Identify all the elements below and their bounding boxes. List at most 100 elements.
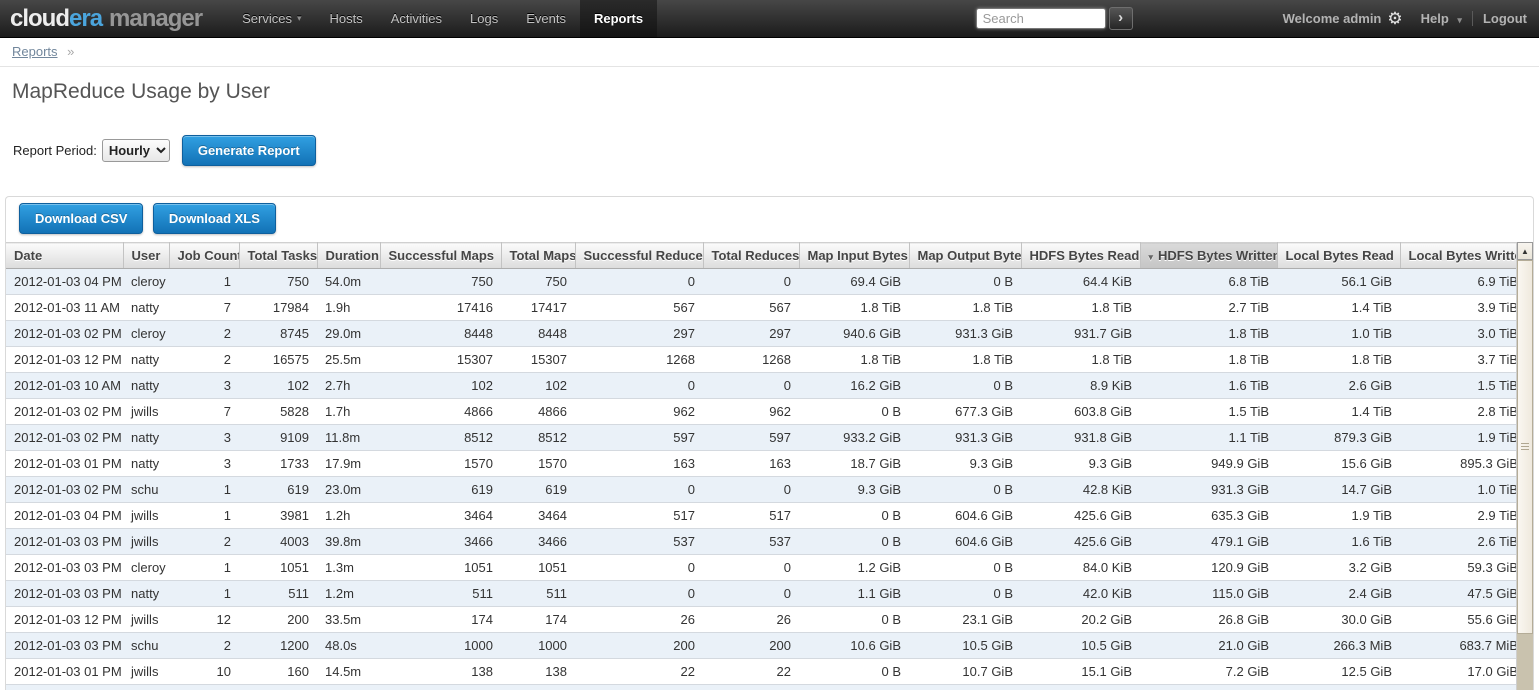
table-cell: 1.1 TiB xyxy=(1140,425,1277,451)
table-cell: 26.8 GiB xyxy=(1140,607,1277,633)
table-cell: 10 xyxy=(169,659,239,685)
table-cell: 9.3 GiB xyxy=(1021,451,1140,477)
table-cell: 1051 xyxy=(501,555,575,581)
table-cell: 750 xyxy=(501,269,575,295)
table-cell: 12.5 GiB xyxy=(1277,659,1400,685)
table-cell: 567 xyxy=(575,295,703,321)
vertical-scrollbar[interactable]: ▲ ▼ xyxy=(1516,242,1533,690)
table-cell: 55.6 GiB xyxy=(1400,607,1526,633)
logo-text-manager: manager xyxy=(109,5,202,33)
column-header-total-reduces[interactable]: Total Reduces xyxy=(703,243,799,269)
table-cell: 15.6 GiB xyxy=(1277,451,1400,477)
column-header-hdfs-bytes-written[interactable]: ▾HDFS Bytes Written xyxy=(1140,243,1277,269)
cloudera-manager-logo[interactable]: clouderamanager xyxy=(10,0,202,37)
column-header-local-bytes-read[interactable]: Local Bytes Read xyxy=(1277,243,1400,269)
search-go-button[interactable]: › xyxy=(1109,7,1133,30)
table-cell: 3464 xyxy=(380,503,501,529)
table-cell: 7.2 GiB xyxy=(1140,659,1277,685)
nav-item-hosts[interactable]: Hosts xyxy=(315,0,376,37)
scrollbar-track[interactable] xyxy=(1517,634,1533,690)
table-cell: 2012-01-03 12 PM xyxy=(6,347,123,373)
column-header-hdfs-bytes-read[interactable]: HDFS Bytes Read xyxy=(1021,243,1140,269)
top-navigation: clouderamanager Services▾HostsActivities… xyxy=(0,0,1539,38)
column-header-total-maps[interactable]: Total Maps xyxy=(501,243,575,269)
nav-item-activities[interactable]: Activities xyxy=(377,0,456,37)
table-row: 2012-01-03 02 PMjwills758281.7h486648669… xyxy=(6,399,1526,425)
column-header-successful-maps[interactable]: Successful Maps xyxy=(380,243,501,269)
table-body: 2012-01-03 04 PMcleroy175054.0m750750006… xyxy=(6,269,1526,690)
table-cell: 750 xyxy=(380,269,501,295)
column-header-map-input-bytes[interactable]: Map Input Bytes xyxy=(799,243,909,269)
table-cell: 3.0 TiB xyxy=(1400,321,1526,347)
table-cell: 4866 xyxy=(380,399,501,425)
table-cell: 2012-01-03 11 AM xyxy=(6,295,123,321)
table-cell: 222.4 MiB xyxy=(1400,685,1526,690)
nav-item-services[interactable]: Services▾ xyxy=(228,0,315,37)
table-cell: jwills xyxy=(123,399,169,425)
logout-link[interactable]: Logout xyxy=(1483,11,1527,26)
table-cell: 2 xyxy=(501,685,575,690)
table-cell: 26 xyxy=(575,607,703,633)
table-cell: 0 xyxy=(575,477,703,503)
column-header-successful-reduces[interactable]: Successful Reduces xyxy=(575,243,703,269)
report-period-select[interactable]: Hourly xyxy=(102,139,170,162)
table-cell: 1.8 TiB xyxy=(1140,321,1277,347)
scrollbar-thumb[interactable] xyxy=(1517,260,1533,634)
table-cell: 0 B xyxy=(909,373,1021,399)
table-cell: 1.8 TiB xyxy=(799,347,909,373)
nav-item-events[interactable]: Events xyxy=(512,0,580,37)
table-cell: 20.2 GiB xyxy=(1021,607,1140,633)
table-cell: 1200 xyxy=(239,633,317,659)
column-header-label: Local Bytes Read xyxy=(1286,248,1394,263)
table-cell: 2012-01-03 03 PM xyxy=(6,633,123,659)
download-buttons-row: Download CSV Download XLS xyxy=(6,197,1533,242)
table-cell: 0 B xyxy=(909,477,1021,503)
header-row: DateUserJob CountTotal TasksDurationSucc… xyxy=(6,243,1526,269)
table-cell: 2.8 TiB xyxy=(1400,399,1526,425)
table-cell: 1.5 TiB xyxy=(1400,373,1526,399)
table-cell: 3466 xyxy=(380,529,501,555)
scroll-up-button[interactable]: ▲ xyxy=(1517,242,1533,260)
help-menu[interactable]: Help ▾ xyxy=(1421,11,1462,26)
table-cell: 54.0m xyxy=(317,269,380,295)
download-xls-button[interactable]: Download XLS xyxy=(153,203,276,234)
column-header-label: Map Input Bytes xyxy=(808,248,908,263)
table-row: 2012-01-03 09 AMnatty1234.0s220010.2 MiB… xyxy=(6,685,1526,690)
generate-report-button[interactable]: Generate Report xyxy=(182,135,316,166)
column-header-label: Duration xyxy=(326,248,379,263)
nav-item-reports[interactable]: Reports xyxy=(580,0,657,37)
column-header-total-tasks[interactable]: Total Tasks xyxy=(239,243,317,269)
table-row: 2012-01-03 03 PMschu2120048.0s1000100020… xyxy=(6,633,1526,659)
table-cell: 1.2h xyxy=(317,503,380,529)
table-cell: 17417 xyxy=(501,295,575,321)
column-header-date[interactable]: Date xyxy=(6,243,123,269)
breadcrumb-reports-link[interactable]: Reports xyxy=(12,44,58,59)
table-cell: 0 B xyxy=(799,659,909,685)
table-cell: 517 xyxy=(703,503,799,529)
table-cell: cleroy xyxy=(123,321,169,347)
table-cell: 25.5m xyxy=(317,347,380,373)
column-header-duration[interactable]: Duration xyxy=(317,243,380,269)
table-cell: 931.7 GiB xyxy=(1021,321,1140,347)
download-csv-button[interactable]: Download CSV xyxy=(19,203,143,234)
table-cell: 0 xyxy=(575,269,703,295)
column-header-user[interactable]: User xyxy=(123,243,169,269)
table-cell: 1000 xyxy=(501,633,575,659)
table-cell: schu xyxy=(123,633,169,659)
column-header-label: Total Reduces xyxy=(712,248,800,263)
search-area: › xyxy=(976,0,1133,37)
column-header-job-count[interactable]: Job Count xyxy=(169,243,239,269)
table-cell: 2012-01-03 09 AM xyxy=(6,685,123,690)
table-cell: 1.2m xyxy=(317,581,380,607)
column-header-map-output-bytes[interactable]: Map Output Bytes xyxy=(909,243,1021,269)
table-cell: 34.0s xyxy=(317,685,380,690)
table-cell: 1.8 TiB xyxy=(1140,347,1277,373)
gear-icon[interactable]: ⚙ xyxy=(1387,9,1402,29)
table-cell: 2.6 GiB xyxy=(1277,373,1400,399)
table-cell: 1.7h xyxy=(317,399,380,425)
column-header-local-bytes-written[interactable]: Local Bytes Written xyxy=(1400,243,1526,269)
table-cell: 604.6 GiB xyxy=(909,503,1021,529)
table-cell: 12 xyxy=(169,607,239,633)
nav-item-logs[interactable]: Logs xyxy=(456,0,512,37)
search-input[interactable] xyxy=(976,8,1106,29)
